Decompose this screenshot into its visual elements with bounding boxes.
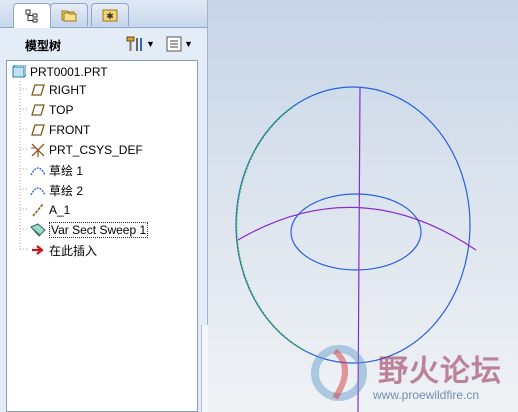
sweep-trajectory-arc [237,206,477,251]
model-tree-panel: ✱ 模型树 ▼ ▼ PRT0001.PRT RIGHT TOP FRONT PR… [0,0,208,412]
chevron-down-icon: ▼ [146,39,155,49]
datum-plane-icon [30,102,46,118]
tree-node-front-plane[interactable]: FRONT [30,121,90,139]
graphics-viewport[interactable]: 野火论坛 www.proewildfire.cn [208,0,518,412]
show-options-icon [166,36,182,52]
coordinate-system-icon [30,142,46,158]
navigator-tab-strip: ✱ [0,0,207,28]
datum-axis-icon [30,202,46,218]
panel-resize-handle[interactable] [201,325,208,412]
datum-plane-icon [30,122,46,138]
tree-node-sweep[interactable]: Var Sect Sweep 1 [30,221,149,239]
tree-node-label: 草绘 2 [49,183,84,198]
sweep-feature-icon [30,222,46,238]
tree-node-axis[interactable]: A_1 [30,201,70,219]
tree-node-part[interactable]: PRT0001.PRT [11,63,108,81]
tab-favorites[interactable]: ✱ [91,3,129,26]
model-tree-icon [25,9,38,23]
folder-browser-icon [61,10,77,22]
watermark-logo-icon [311,345,367,401]
model-tree: PRT0001.PRT RIGHT TOP FRONT PRT_CSYS_DEF [6,60,198,412]
tree-node-right-plane[interactable]: RIGHT [30,81,86,99]
watermark-url: www.proewildfire.cn [373,388,480,402]
tree-node-label: Var Sect Sweep 1 [49,222,149,238]
tree-node-label: A_1 [49,203,71,217]
tree-node-label: TOP [49,103,74,117]
tree-node-top-plane[interactable]: TOP [30,101,73,119]
tree-node-label: FRONT [49,123,91,137]
watermark-text: 野火论坛 [378,354,502,389]
settings-tools-icon [126,36,142,51]
svg-text:✱: ✱ [106,11,114,21]
datum-plane-icon [30,82,46,98]
settings-button[interactable]: ▼ [126,34,155,54]
tree-node-sketch-2[interactable]: 草绘 2 [30,181,83,199]
sketch-icon [30,182,46,198]
tree-node-sketch-1[interactable]: 草绘 1 [30,161,83,179]
tree-node-csys[interactable]: PRT_CSYS_DEF [30,141,143,159]
tree-node-label: PRT0001.PRT [30,65,108,79]
show-options-button[interactable]: ▼ [166,34,193,54]
sketch-outer-ellipse [235,86,471,364]
sketch-inner-ellipse [290,193,422,271]
favorites-icon: ✱ [102,9,118,22]
tree-node-label: PRT_CSYS_DEF [49,143,143,157]
tree-node-insert-here[interactable]: 在此插入 [30,241,97,259]
tree-node-label: RIGHT [49,83,87,97]
tree-node-label: 在此插入 [49,243,98,258]
part-icon [11,64,27,80]
insert-here-arrow-icon [30,242,46,258]
tree-node-label: 草绘 1 [49,163,84,178]
tab-folder-browser[interactable] [50,3,88,26]
model-tree-header: 模型树 ▼ ▼ [0,28,207,58]
sketch-icon [30,162,46,178]
chevron-down-icon: ▼ [184,39,193,49]
tab-model-tree[interactable] [13,3,51,28]
forum-watermark: 野火论坛 www.proewildfire.cn [303,338,518,412]
model-tree-title: 模型树 [25,39,62,53]
sketch-green-arc [235,106,305,351]
